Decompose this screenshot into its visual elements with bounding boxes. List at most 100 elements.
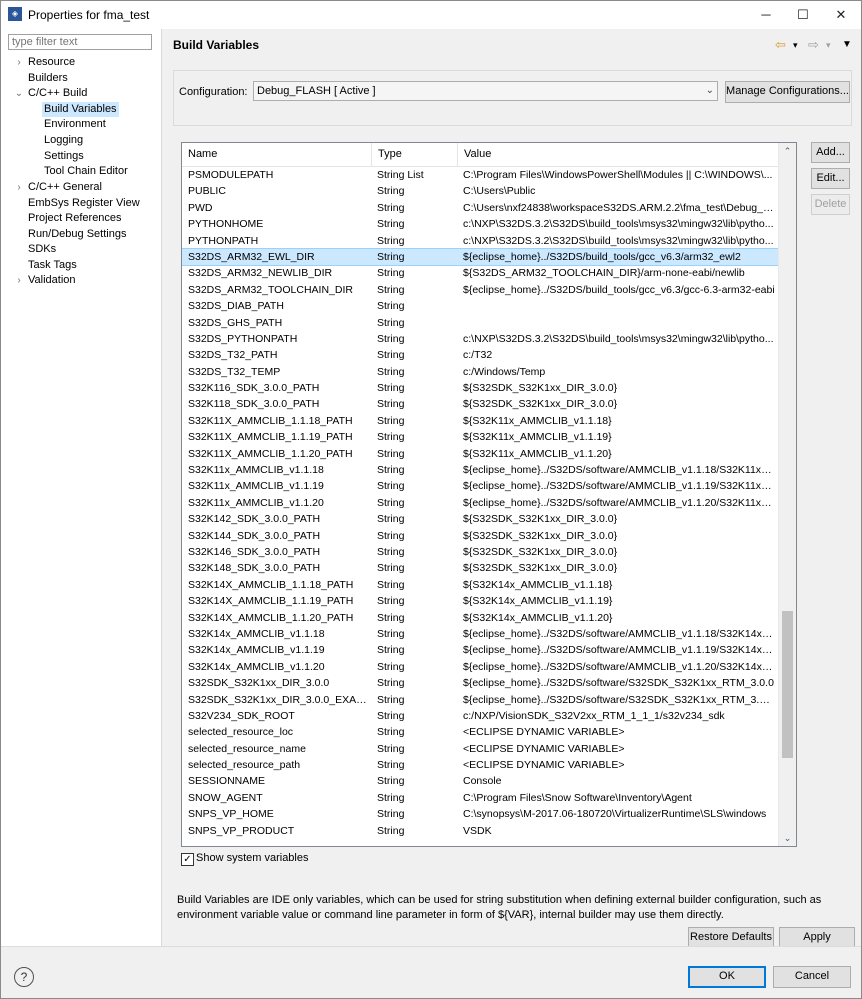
description-text: Build Variables are IDE only variables, … — [177, 894, 822, 921]
table-row[interactable]: S32DS_PYTHONPATH String c:\NXP\S32DS.3.2\S… — [182, 331, 780, 347]
scroll-down-icon[interactable]: ⌄ — [779, 830, 796, 846]
ok-button[interactable]: OK — [688, 966, 766, 988]
vertical-scrollbar[interactable]: ⌃ ⌄ — [778, 143, 796, 846]
table-row[interactable]: S32K11X_AMMCLIB_1.1.18_PATH String ${S32K1… — [182, 413, 780, 429]
table-row[interactable]: SNOW_AGENT String C:\Program Files\Snow So… — [182, 790, 780, 806]
table-row[interactable]: S32V234_SDK_ROOT String c:/NXP/VisionSDK_S… — [182, 708, 780, 724]
table-row[interactable]: S32SDK_S32K1xx_DIR_3.0.0 String ${eclipse_… — [182, 675, 780, 691]
column-header-value[interactable]: Value — [458, 143, 780, 166]
column-header-type[interactable]: Type — [372, 143, 458, 166]
maximize-button[interactable]: ☐ — [784, 1, 822, 29]
variable-type-cell: String — [377, 201, 405, 214]
table-row[interactable]: S32K146_SDK_3.0.0_PATH String ${S32SDK_S32… — [182, 544, 780, 560]
sidebar-item[interactable]: ⌄ C/C++ Build — [1, 86, 159, 101]
table-row[interactable]: selected_resource_loc String <ECLIPSE DYNA… — [182, 724, 780, 740]
table-row[interactable]: S32K14X_AMMCLIB_1.1.18_PATH String ${S32K1… — [182, 577, 780, 593]
forward-dropdown-icon[interactable]: ▾ — [826, 40, 831, 51]
chevron-down-icon[interactable]: ⌄ — [14, 86, 24, 101]
table-row[interactable]: S32DS_ARM32_EWL_DIR String ${eclipse_home}… — [182, 247, 781, 267]
table-row[interactable]: S32K116_SDK_3.0.0_PATH String ${S32SDK_S32… — [182, 380, 780, 396]
table-row[interactable]: PWD String C:\Users\nxf24838\workspaceS32D… — [182, 200, 780, 216]
filter-input[interactable] — [8, 34, 152, 50]
table-row[interactable]: S32DS_T32_TEMP String c:/Windows/Temp — [182, 364, 780, 380]
table-row[interactable]: selected_resource_path String <ECLIPSE DYN… — [182, 757, 780, 773]
table-row[interactable]: SESSIONNAME String Console — [182, 773, 780, 789]
table-row[interactable]: S32K14X_AMMCLIB_1.1.19_PATH String ${S32K1… — [182, 593, 780, 609]
sidebar-item[interactable]: Environment — [1, 117, 159, 132]
chevron-right-icon[interactable]: › — [14, 273, 24, 288]
sidebar-item[interactable]: › Resource — [1, 55, 159, 70]
show-system-variables-label: Show system variables — [196, 852, 309, 864]
close-button[interactable]: ✕ — [822, 1, 860, 29]
table-row[interactable]: S32DS_GHS_PATH String — [182, 315, 780, 331]
sidebar-item[interactable]: Task Tags — [1, 258, 159, 273]
sidebar-item[interactable]: Build Variables — [1, 102, 159, 117]
table-row[interactable]: S32K14x_AMMCLIB_v1.1.19 String ${eclipse_h… — [182, 642, 780, 658]
table-row[interactable]: S32K11x_AMMCLIB_v1.1.20 String ${eclipse_h… — [182, 495, 780, 511]
table-row[interactable]: S32K142_SDK_3.0.0_PATH String ${S32SDK_S32… — [182, 511, 780, 527]
table-row[interactable]: S32DS_DIAB_PATH String — [182, 298, 780, 314]
scrollbar-thumb[interactable] — [782, 611, 793, 758]
column-header-name[interactable]: Name — [182, 143, 372, 166]
table-row[interactable]: S32K11x_AMMCLIB_v1.1.19 String ${eclipse_h… — [182, 478, 780, 494]
add-button[interactable]: Add... — [811, 142, 850, 163]
table-row[interactable]: S32DS_T32_PATH String c:/T32 — [182, 347, 780, 363]
title-bar: ◈ Properties for fma_test ─ ☐ ✕ — [1, 1, 861, 29]
variable-value-cell: <ECLIPSE DYNAMIC VARIABLE> — [463, 742, 625, 755]
table-row[interactable]: PYTHONHOME String c:\NXP\S32DS.3.2\S32DS\b… — [182, 216, 780, 232]
sidebar-item-label: C/C++ Build — [28, 87, 88, 99]
chevron-right-icon[interactable]: › — [14, 55, 24, 70]
variable-type-cell: String — [377, 791, 405, 804]
chevron-right-icon[interactable]: › — [14, 180, 24, 195]
delete-button[interactable]: Delete — [811, 194, 850, 215]
sidebar-item[interactable]: Tool Chain Editor — [1, 164, 159, 179]
checkbox-check-icon[interactable]: ✓ — [181, 853, 194, 866]
scroll-up-icon[interactable]: ⌃ — [779, 143, 796, 159]
sidebar-item[interactable]: Run/Debug Settings — [1, 227, 159, 242]
table-row[interactable]: S32K11X_AMMCLIB_1.1.19_PATH String ${S32K1… — [182, 429, 780, 445]
variable-value-cell: c:\NXP\S32DS.3.2\S32DS\build_tools\msys3… — [463, 332, 774, 345]
table-row[interactable]: S32K148_SDK_3.0.0_PATH String ${S32SDK_S32… — [182, 560, 780, 576]
table-row[interactable]: SNPS_VP_HOME String C:\synopsys\M-2017.06-… — [182, 806, 780, 822]
table-row[interactable]: S32K14X_AMMCLIB_1.1.20_PATH String ${S32K1… — [182, 610, 780, 626]
table-row[interactable]: PSMODULEPATH String List C:\Program Files\… — [182, 167, 780, 183]
sidebar-item[interactable]: Logging — [1, 133, 159, 148]
variable-value-cell: Console — [463, 775, 502, 788]
table-row[interactable]: SNPS_VP_PRODUCT String VSDK — [182, 823, 780, 839]
variable-type-cell: String — [377, 627, 405, 640]
sidebar-item[interactable]: › Validation — [1, 273, 159, 288]
table-row[interactable]: PYTHONPATH String c:\NXP\S32DS.3.2\S32DS\b… — [182, 233, 780, 249]
table-row[interactable]: S32K11X_AMMCLIB_1.1.20_PATH String ${S32K1… — [182, 446, 780, 462]
table-row[interactable]: S32K118_SDK_3.0.0_PATH String ${S32SDK_S32… — [182, 396, 780, 412]
table-row[interactable]: S32DS_ARM32_TOOLCHAIN_DIR String ${eclipse… — [182, 282, 780, 298]
sidebar-item[interactable]: › C/C++ General — [1, 180, 159, 195]
view-menu-icon[interactable]: ▼ — [842, 39, 852, 50]
sidebar-item[interactable]: SDKs — [1, 242, 159, 257]
edit-button[interactable]: Edit... — [811, 168, 850, 189]
sidebar-item[interactable]: EmbSys Register View — [1, 196, 159, 211]
minimize-button[interactable]: ─ — [747, 1, 785, 29]
table-row[interactable]: S32K14x_AMMCLIB_v1.1.18 String ${eclipse_h… — [182, 626, 780, 642]
table-row[interactable]: PUBLIC String C:\Users\Public — [182, 183, 780, 199]
variable-type-cell: String — [377, 300, 405, 313]
table-row[interactable]: S32DS_ARM32_NEWLIB_DIR String ${S32DS_ARM3… — [182, 265, 780, 281]
manage-configurations-button[interactable]: Manage Configurations... — [725, 81, 850, 103]
variable-type-cell: String — [377, 578, 405, 591]
table-row[interactable]: selected_resource_name String <ECLIPSE DYN… — [182, 741, 780, 757]
cancel-button[interactable]: Cancel — [773, 966, 851, 988]
variable-value-cell: ${S32K11x_AMMCLIB_v1.1.18} — [463, 414, 612, 427]
forward-arrow-icon[interactable]: ⇨ — [808, 37, 819, 53]
sidebar-item[interactable]: Builders — [1, 71, 159, 86]
table-row[interactable]: S32K11x_AMMCLIB_v1.1.18 String ${eclipse_h… — [182, 462, 780, 478]
configuration-select[interactable]: Debug_FLASH [ Active ] ⌄ — [253, 81, 718, 101]
variable-type-cell: String — [377, 234, 405, 247]
table-row[interactable]: S32K14x_AMMCLIB_v1.1.20 String ${eclipse_h… — [182, 659, 780, 675]
sidebar-item[interactable]: Settings — [1, 149, 159, 164]
back-arrow-icon[interactable]: ⇦ — [775, 37, 786, 53]
help-icon[interactable]: ? — [14, 967, 34, 987]
table-row[interactable]: S32SDK_S32K1xx_DIR_3.0.0_EXAMPLES String $… — [182, 692, 780, 708]
table-row[interactable]: S32K144_SDK_3.0.0_PATH String ${S32SDK_S32… — [182, 528, 780, 544]
variable-type-cell: String — [377, 332, 405, 345]
sidebar-item[interactable]: Project References — [1, 211, 159, 226]
back-dropdown-icon[interactable]: ▾ — [793, 40, 798, 51]
